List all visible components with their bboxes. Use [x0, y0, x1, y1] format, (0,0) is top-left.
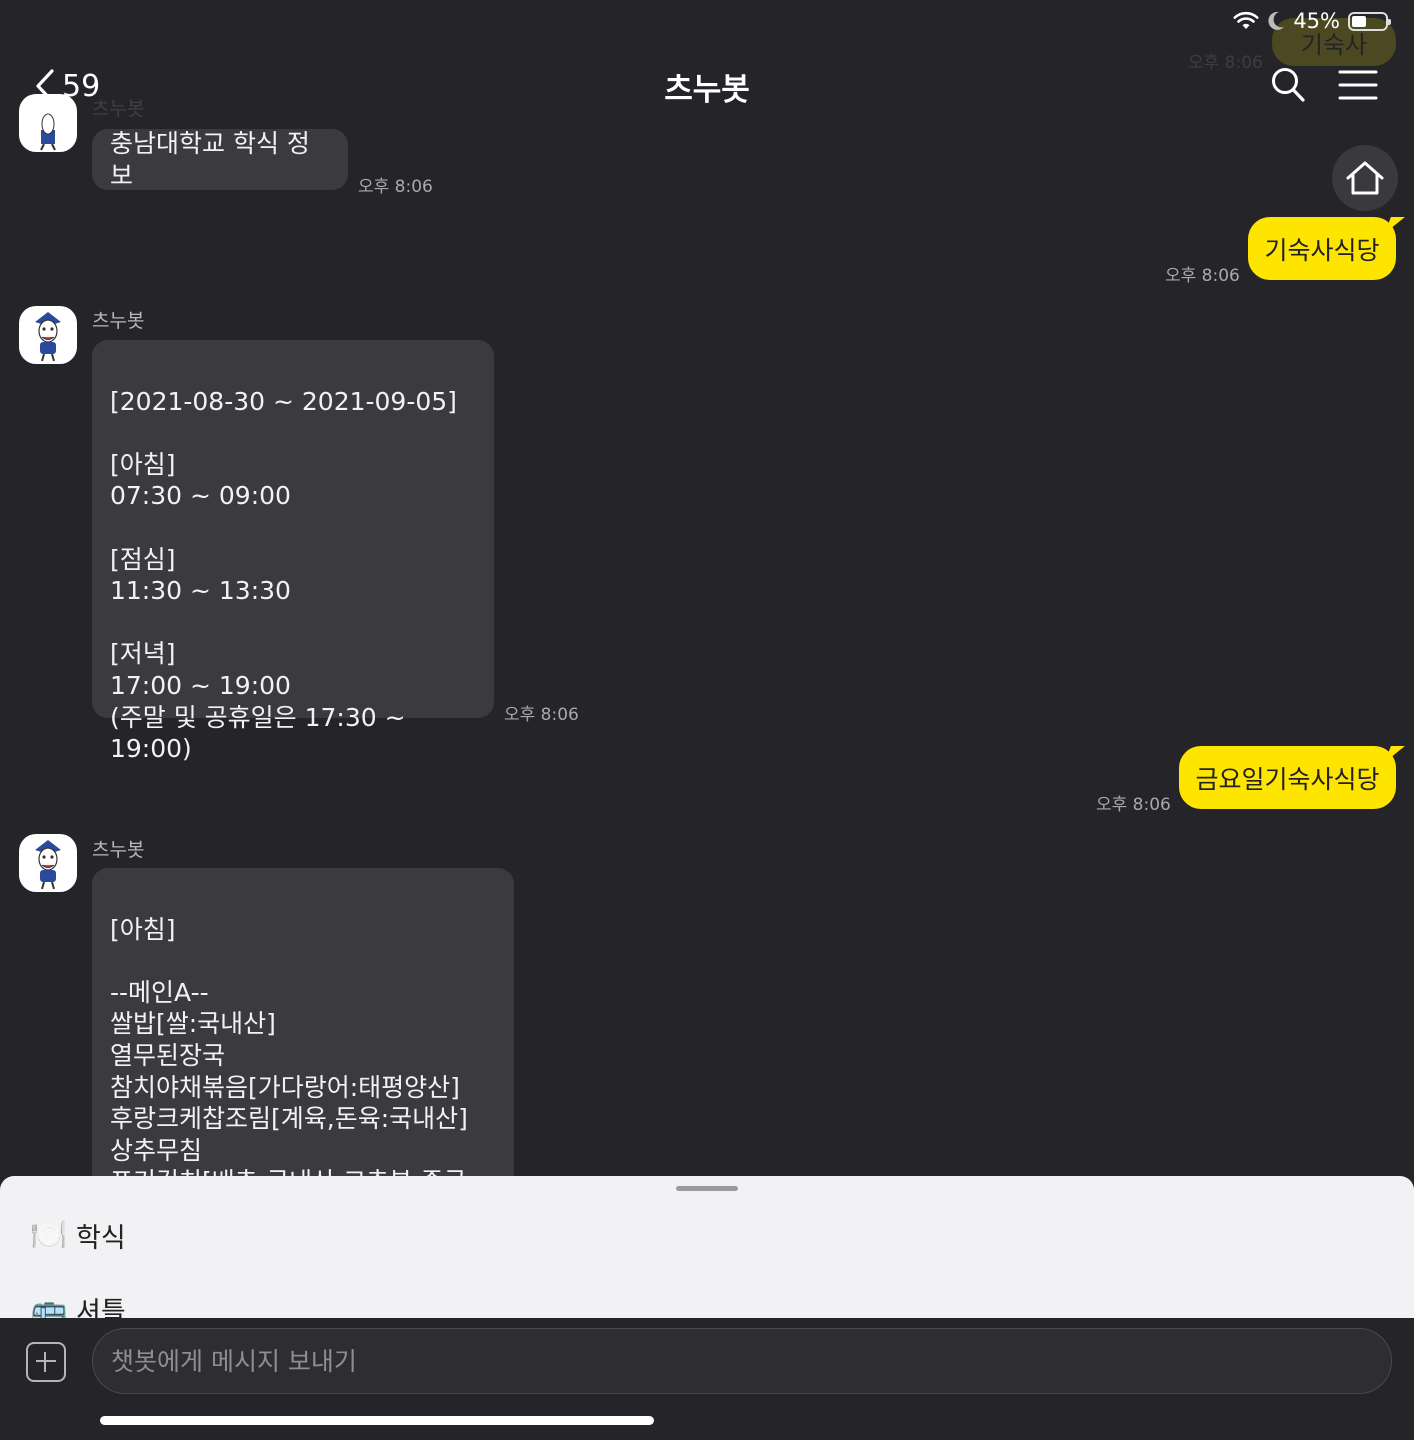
quick-menu-sheet: 🍽️ 학식 🚌 셔틀: [0, 1176, 1414, 1326]
wifi-icon: [1233, 11, 1259, 29]
user-message-bubble[interactable]: 기숙사식당: [1248, 217, 1396, 280]
menu-icon[interactable]: [1338, 68, 1378, 102]
mascot-icon: [40, 113, 56, 151]
bot-avatar[interactable]: [19, 306, 77, 364]
sender-name: 츠누봇: [92, 310, 145, 332]
plate-icon: 🍽️: [30, 1218, 68, 1253]
home-indicator: [100, 1416, 654, 1425]
bot-avatar[interactable]: [19, 834, 77, 892]
quick-menu-item-cafeteria[interactable]: 🍽️ 학식: [30, 1216, 126, 1255]
message-time: 오후 8:06: [504, 705, 579, 725]
battery-fill: [1352, 15, 1367, 27]
mascot-icon: [35, 840, 61, 890]
battery-icon: [1348, 11, 1391, 31]
message-input[interactable]: [92, 1328, 1392, 1394]
plus-icon[interactable]: [26, 1342, 66, 1382]
sheet-grab-handle[interactable]: [676, 1186, 738, 1191]
message-time: 오후 8:06: [1165, 266, 1240, 286]
quick-menu-label: 학식: [76, 1223, 126, 1254]
message-time: 오후 8:06: [358, 177, 433, 197]
home-icon: [1346, 161, 1384, 195]
message-time: 오후 8:06: [1096, 795, 1171, 815]
sender-name: 츠누봇: [92, 839, 145, 861]
message-bubble[interactable]: 충남대학교 학식 정보: [92, 129, 348, 190]
message-text: 금요일기숙사식당: [1195, 764, 1380, 794]
moon-icon: [1268, 11, 1285, 30]
user-message-bubble[interactable]: 금요일기숙사식당: [1179, 746, 1396, 809]
chat-title: 츠누봇: [664, 72, 750, 108]
search-icon[interactable]: [1270, 66, 1306, 104]
mascot-icon: [35, 312, 61, 362]
message-text: [2021-08-30 ~ 2021-09-05] [아침] 07:30 ~ 0…: [110, 386, 457, 764]
battery-percent: 45%: [1293, 9, 1340, 33]
message-bubble[interactable]: [2021-08-30 ~ 2021-09-05] [아침] 07:30 ~ 0…: [92, 340, 494, 763]
bot-avatar[interactable]: [19, 94, 77, 152]
message-text: 충남대학교 학식 정보: [110, 128, 310, 190]
home-button[interactable]: [1332, 145, 1398, 211]
status-bar: 45%: [1233, 6, 1391, 36]
message-bubble[interactable]: [아침] --메인A-- 쌀밥[쌀:국내산] 열무된장국 참치야채볶음[가다랑어…: [92, 868, 514, 1228]
message-text: 기숙사식당: [1264, 235, 1380, 265]
